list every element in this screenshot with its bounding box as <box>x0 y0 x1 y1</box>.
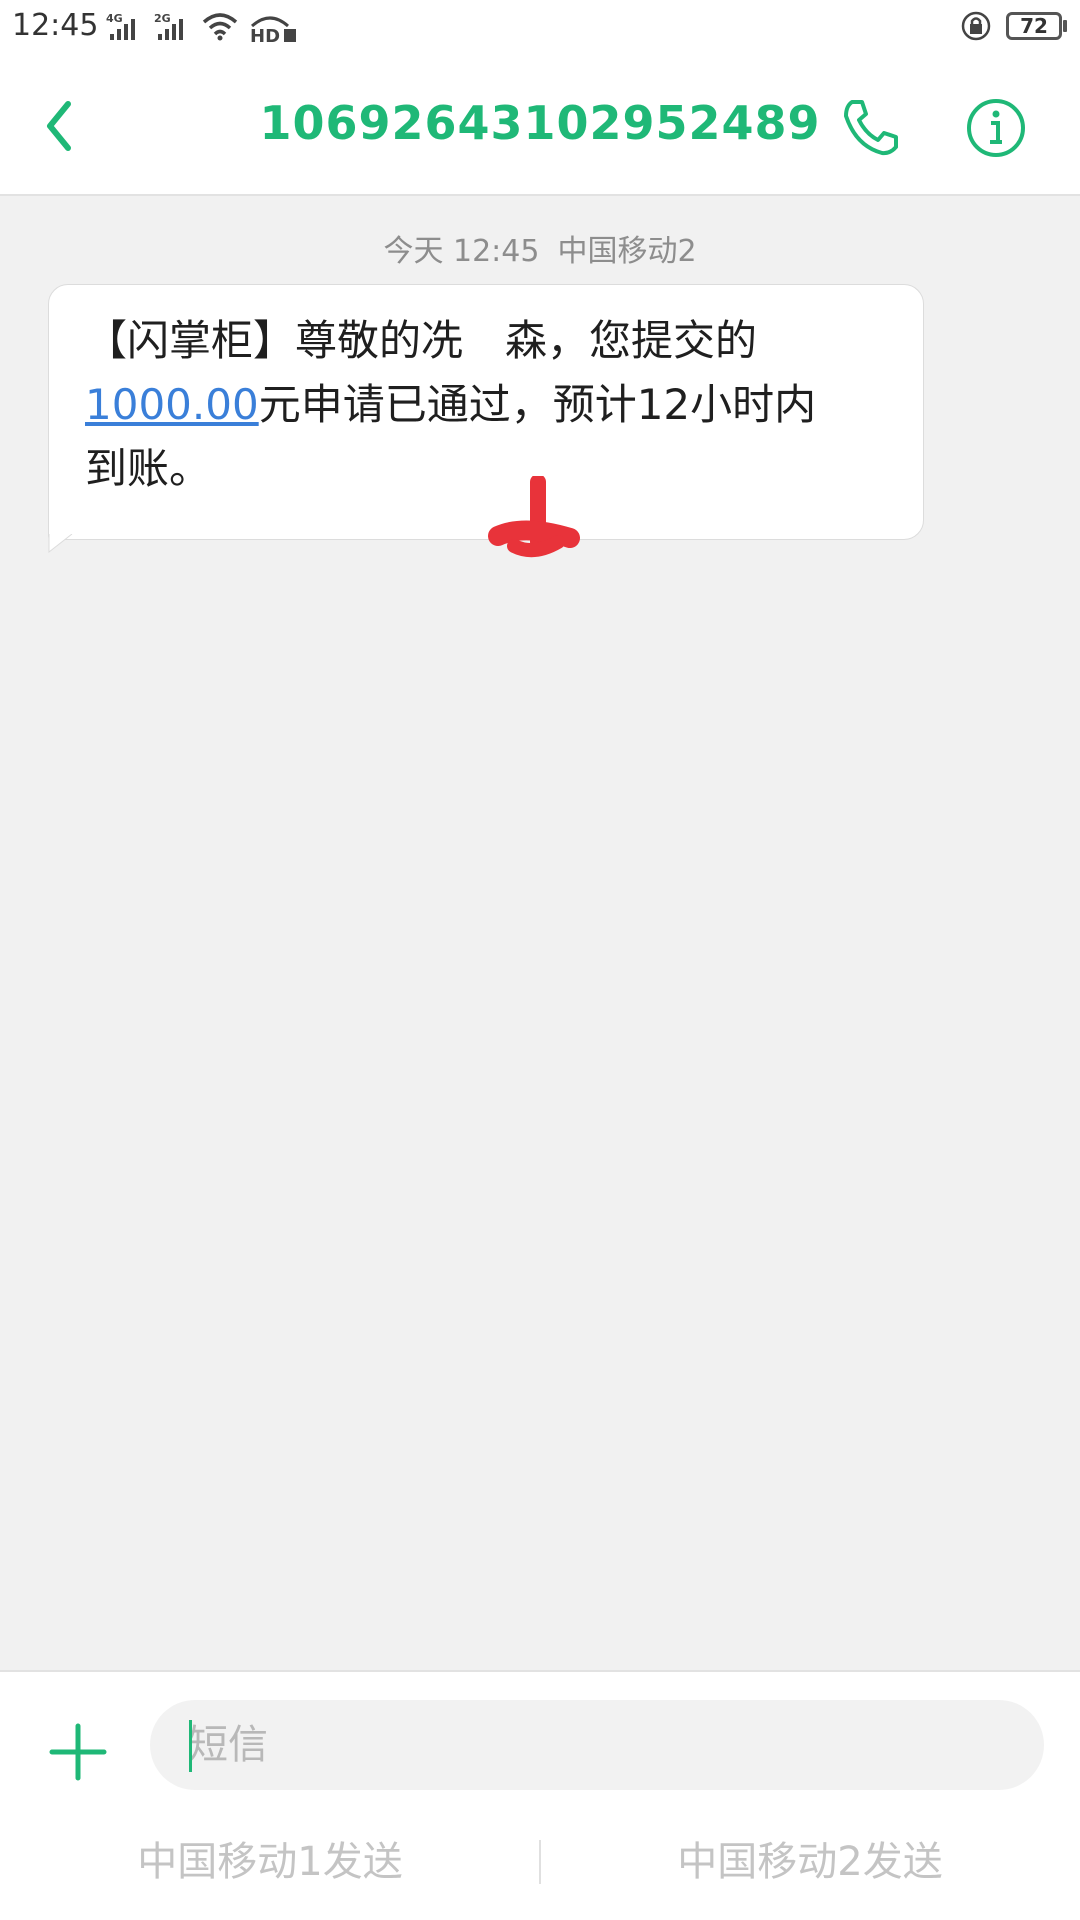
signal-icon: 4G <box>106 12 135 40</box>
signal-icon: 2G <box>154 12 183 40</box>
info-icon[interactable] <box>964 96 1028 160</box>
message-text-part3: 元申请已通过，预计12小时内 <box>258 380 817 429</box>
battery-nub <box>1063 20 1067 32</box>
text-caret <box>189 1720 192 1772</box>
message-input[interactable] <box>150 1700 1044 1790</box>
send-sim2-button[interactable]: 中国移动2发送 <box>540 1822 1080 1902</box>
sim2-network-label: 2G <box>154 12 171 25</box>
wifi-icon <box>202 13 238 41</box>
message-text-part4: 到账。 <box>85 444 212 493</box>
message-list[interactable]: 今天 12:45 中国移动2 【闪掌柜】尊敬的冼 森，您提交的 1000.00元申… <box>0 196 1080 1670</box>
message-date: 今天 12:45 <box>383 234 540 269</box>
rotation-lock-icon <box>961 11 991 41</box>
sim1-network-label: 4G <box>106 12 123 25</box>
battery-icon: 72 <box>1006 12 1062 40</box>
message-timestamp: 今天 12:45 中国移动2 <box>0 226 1080 270</box>
call-icon[interactable] <box>838 96 902 160</box>
plus-icon[interactable] <box>48 1722 108 1782</box>
contact-number: 10692643102952489 <box>259 96 821 150</box>
message-carrier: 中国移动2 <box>557 234 697 269</box>
composer-bar: 中国移动1发送 中国移动2发送 <box>0 1670 1080 1920</box>
hd-label: HD <box>250 26 280 42</box>
hd-call-icon: HD <box>250 16 296 42</box>
message-text-part2: 森，您提交的 <box>505 316 758 365</box>
conversation-header: 10692643102952489 <box>0 56 1080 196</box>
status-bar: 12:45 4G 2G HD 72 <box>0 0 1080 56</box>
redaction-scribble <box>488 476 580 558</box>
send-sim1-button[interactable]: 中国移动1发送 <box>0 1822 540 1902</box>
message-text-part1: 【闪掌柜】尊敬的冼 <box>85 316 464 365</box>
status-time: 12:45 <box>12 8 99 43</box>
amount-link[interactable]: 1000.00 <box>85 380 259 429</box>
bubble-tail <box>48 534 73 554</box>
